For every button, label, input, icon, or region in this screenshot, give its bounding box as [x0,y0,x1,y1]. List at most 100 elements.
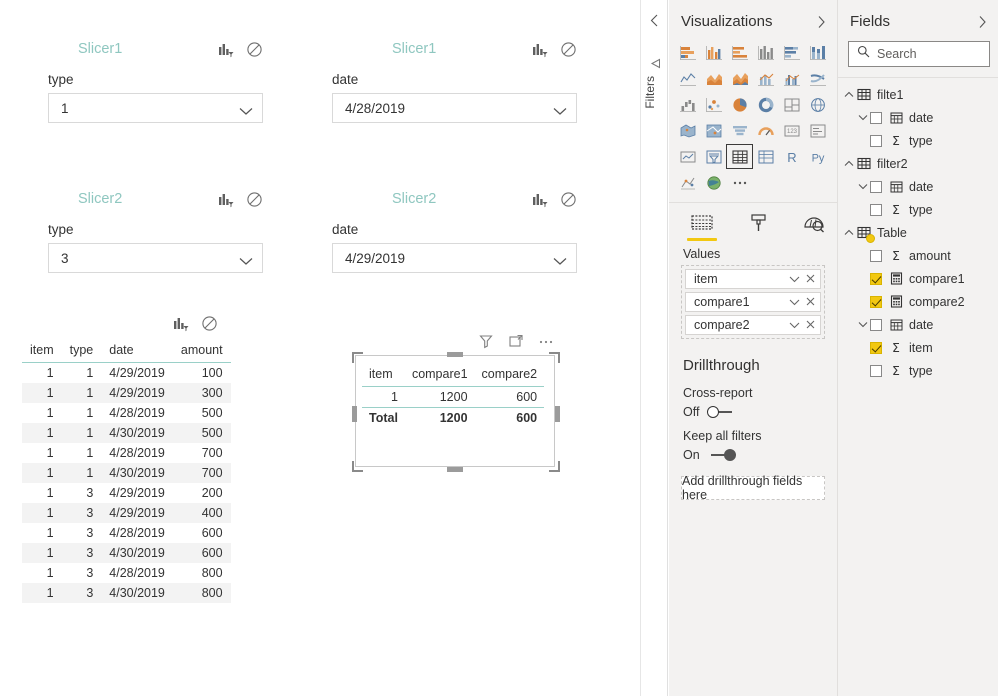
values-well-item-actions[interactable] [789,295,815,309]
funnel-chart[interactable] [727,119,752,142]
resize-handle-right[interactable] [555,406,560,422]
matrix-column-header-compare1[interactable]: compare1 [404,364,475,387]
matrix-visual-icon[interactable] [753,145,778,168]
expand-caret-icon[interactable] [856,321,870,328]
filter-triangle-icon[interactable] [650,56,661,69]
gauge-chart[interactable] [753,119,778,142]
100-stacked-bar-chart[interactable] [780,41,805,64]
cross-report-toggle-row[interactable]: Off [669,402,837,425]
matrix-visual-container[interactable]: item compare1 compare2 1 1200 600 Total 1200 60… [352,333,560,472]
remove-field-icon[interactable] [806,272,815,286]
filled-map-chart[interactable] [675,119,700,142]
table-row[interactable]: 1 3 4/28/2019 600 [22,523,231,543]
card-visual[interactable]: 123 [780,119,805,142]
matrix-column-header-item[interactable]: item [362,364,405,387]
fields-table-Table[interactable]: Table [838,221,998,244]
no-entry-icon[interactable] [246,41,263,58]
filter-affecting-visual-icon[interactable] [217,191,234,208]
column-header-amount[interactable]: amount [172,340,231,363]
treemap-chart[interactable] [780,93,805,116]
resize-handle-bottom[interactable] [447,467,463,472]
filter-affecting-visual-icon[interactable] [172,315,189,332]
line-and-stacked-column-chart[interactable] [753,67,778,90]
kpi-visual[interactable] [675,145,700,168]
values-well-item[interactable]: compare2 [685,315,821,335]
remove-field-icon[interactable] [806,318,815,332]
area-chart[interactable] [701,67,726,90]
map-chart[interactable] [806,93,831,116]
field-item-type[interactable]: Σtype [838,359,998,382]
visual-header-icons[interactable] [172,315,218,332]
visual-settings-tabs[interactable] [669,203,837,241]
field-item-type[interactable]: Σtype [838,198,998,221]
collapse-fields-chevron-icon[interactable] [977,15,988,29]
focus-mode-icon[interactable] [508,333,525,350]
expand-filters-chevron-icon[interactable] [649,14,660,27]
keep-all-filters-toggle[interactable] [708,449,736,461]
table-row[interactable]: 1 3 4/29/2019 400 [22,503,231,523]
stacked-column-chart[interactable] [727,41,752,64]
pie-chart[interactable] [727,93,752,116]
filters-pane-collapsed[interactable]: Filters [640,0,668,696]
field-checkbox[interactable] [870,295,882,308]
field-checkbox[interactable] [870,111,882,124]
ribbon-chart[interactable] [806,67,831,90]
scatter-chart[interactable] [701,93,726,116]
more-visuals-icon[interactable] [727,171,752,194]
table-visual-icon[interactable] [726,144,754,169]
visual-header-icons[interactable] [217,191,263,208]
field-item-date[interactable]: date [838,175,998,198]
table-row[interactable]: 1 1 4/29/2019 300 [22,383,231,403]
field-checkbox[interactable] [870,134,882,147]
data-table[interactable]: item type date amount 1 1 4/29/2019 100 1 1 4/29/… [22,340,231,603]
multi-row-card-visual[interactable] [806,119,831,142]
matrix-row[interactable]: 1 1200 600 [362,387,544,408]
field-checkbox[interactable] [870,272,882,285]
resize-handle-bottom-right[interactable] [549,461,560,472]
shape-map-chart[interactable] [701,119,726,142]
table-row[interactable]: 1 3 4/28/2019 800 [22,563,231,583]
stacked-bar-chart[interactable] [675,41,700,64]
search-input[interactable]: Search [877,47,917,61]
field-item-date[interactable]: date [838,313,998,336]
column-header-item[interactable]: item [22,340,62,363]
keep-all-filters-toggle-row[interactable]: On [669,445,837,468]
collapse-caret-icon[interactable] [842,160,856,167]
values-well-item-actions[interactable] [789,272,815,286]
filter-affecting-visual-icon[interactable] [531,41,548,58]
clustered-column-chart[interactable] [753,41,778,64]
collapse-caret-icon[interactable] [842,229,856,236]
field-item-item[interactable]: Σitem [838,336,998,359]
no-entry-icon[interactable] [560,191,577,208]
clustered-bar-chart[interactable] [701,41,726,64]
slicer-visual-date-1[interactable]: Slicer1 date 4/28/2019 [332,38,577,123]
visual-header-icons[interactable] [531,191,577,208]
table-row[interactable]: 1 1 4/30/2019 700 [22,463,231,483]
chevron-down-icon[interactable] [789,295,800,309]
resize-handle-bottom-left[interactable] [352,461,363,472]
field-item-type[interactable]: Σtype [838,129,998,152]
chevron-down-icon[interactable] [239,254,253,265]
resize-handle-top-right[interactable] [549,352,560,363]
resize-handle-top[interactable] [447,352,463,357]
collapse-visualizations-chevron-icon[interactable] [816,15,827,29]
r-script-visual-icon[interactable]: R [780,145,805,168]
matrix-table[interactable]: item compare1 compare2 1 1200 600 Total 1200 60… [362,364,545,428]
remove-field-icon[interactable] [806,295,815,309]
matrix-column-header-compare2[interactable]: compare2 [474,364,545,387]
slicer-visual-type-1[interactable]: Slicer1 type 1 [18,38,263,123]
more-options-icon[interactable] [538,333,555,350]
cross-report-toggle[interactable] [707,406,735,418]
slicer-visual-icon[interactable] [701,145,726,168]
fields-table-filter2[interactable]: filter2 [838,152,998,175]
table-row[interactable]: 1 3 4/30/2019 800 [22,583,231,603]
tab-analytics[interactable] [799,213,829,241]
table-body[interactable]: 1 1 4/29/2019 100 1 1 4/29/2019 300 1 1 4/28/2019 5… [22,363,231,603]
resize-handle-top-left[interactable] [352,352,363,363]
filter-funnel-icon[interactable] [478,333,495,350]
report-canvas[interactable]: Slicer1 type 1 Slicer1 date 4/28/2019 Sl… [0,0,640,696]
column-header-date[interactable]: date [101,340,173,363]
tab-fields[interactable] [687,213,717,241]
slicer-dropdown[interactable]: 1 [48,93,263,123]
values-well-item[interactable]: compare1 [685,292,821,312]
